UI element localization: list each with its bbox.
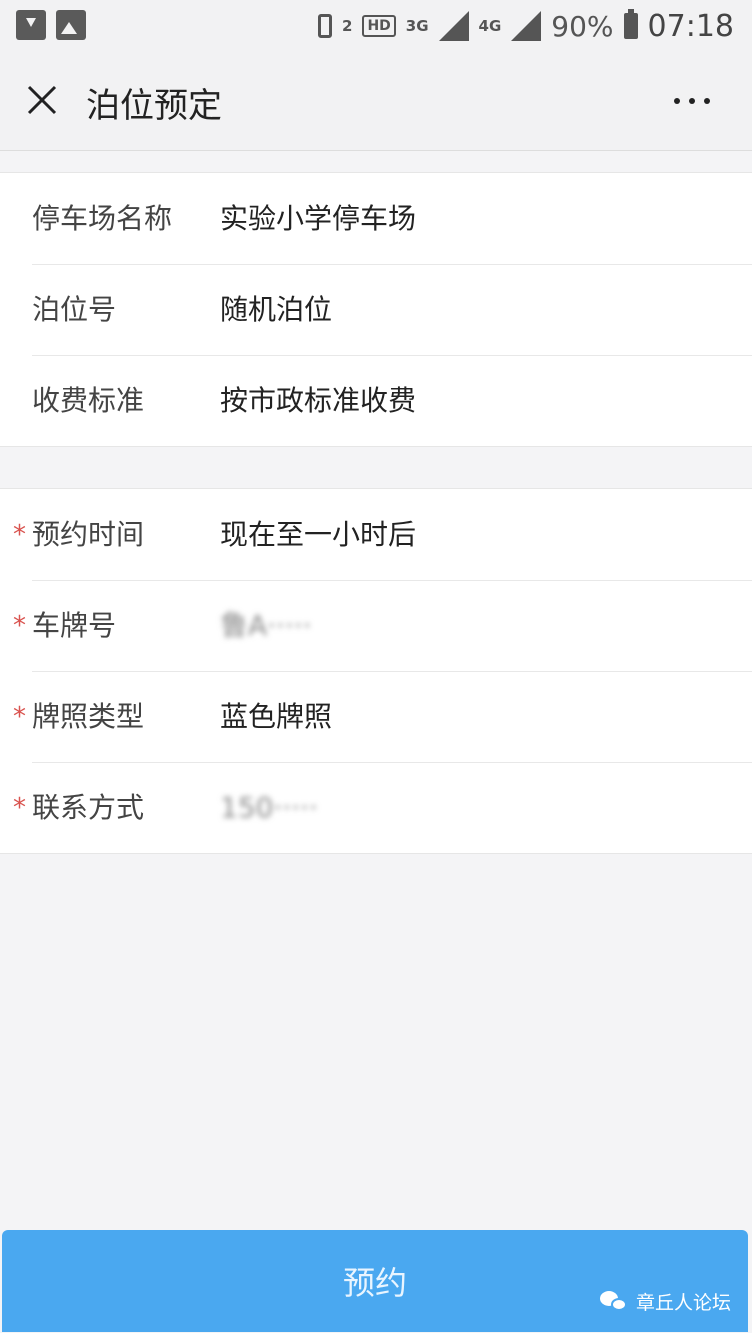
contact-field[interactable]: 150·····: [220, 762, 318, 853]
signal-3g-icon: [438, 11, 469, 41]
battery-percent: 90%: [551, 9, 614, 43]
page-title: 泊位预定: [86, 86, 222, 126]
battery-icon: [623, 9, 638, 39]
more-dot: [674, 98, 680, 104]
image-notification-icon: [56, 10, 86, 40]
vibrate-icon: [318, 14, 333, 38]
lot-name-value: 实验小学停车场: [220, 202, 417, 235]
nav-bar: 泊位预定: [0, 52, 752, 151]
hd-sub: 2: [342, 16, 353, 35]
info-row-fee-standard: 收费标准 按市政标准收费: [0, 355, 752, 446]
plate-type-label: 牌照类型: [32, 700, 145, 733]
more-dot: [689, 98, 695, 104]
lot-name-label: 停车场名称: [32, 202, 173, 235]
reserve-time-label: 预约时间: [32, 518, 145, 551]
fee-standard-label: 收费标准: [32, 384, 145, 417]
required-mark: *: [13, 702, 26, 732]
required-mark: *: [13, 611, 26, 641]
status-bar: 2 HD 3G 4G 90% 07:18: [0, 0, 752, 52]
wechat-icon: [600, 1290, 628, 1313]
plate-type-value[interactable]: 蓝色牌照: [220, 671, 332, 762]
watermark: 章丘人论坛: [600, 1288, 731, 1315]
net-4g-label: 4G: [478, 16, 502, 35]
form-row-reserve-time[interactable]: * 预约时间 现在至一小时后: [0, 489, 752, 580]
clock: 07:18: [647, 8, 734, 44]
form-row-plate-type[interactable]: * 牌照类型 蓝色牌照: [0, 671, 752, 762]
form-row-contact[interactable]: * 联系方式 150·····: [0, 762, 752, 853]
contact-label: 联系方式: [32, 791, 145, 824]
form-row-plate-number[interactable]: * 车牌号 鲁A·····: [0, 580, 752, 671]
close-icon[interactable]: [26, 84, 58, 116]
required-mark: *: [13, 520, 26, 550]
parking-info-card: 停车场名称 实验小学停车场 泊位号 随机泊位 收费标准 按市政标准收费: [0, 172, 752, 447]
hd-icon: HD: [362, 15, 396, 37]
info-row-lot-name: 停车场名称 实验小学停车场: [0, 173, 752, 264]
more-icon[interactable]: [674, 98, 710, 104]
status-left: [16, 10, 86, 40]
reserve-button[interactable]: 预约: [2, 1230, 748, 1332]
fee-standard-value: 按市政标准收费: [220, 384, 417, 417]
net-3g-label: 3G: [405, 16, 429, 35]
plate-number-label: 车牌号: [32, 609, 117, 642]
plate-number-field[interactable]: 鲁A·····: [220, 580, 312, 671]
status-right: 2 HD 3G 4G 90% 07:18: [318, 6, 734, 46]
info-row-berth-number: 泊位号 随机泊位: [0, 264, 752, 355]
more-dot: [704, 98, 710, 104]
reservation-form-card: * 预约时间 现在至一小时后 * 车牌号 鲁A····· * 牌照类型 蓝色牌照…: [0, 488, 752, 854]
watermark-text: 章丘人论坛: [636, 1292, 732, 1314]
download-notification-icon: [16, 10, 46, 40]
reserve-time-value[interactable]: 现在至一小时后: [220, 489, 416, 580]
berth-number-value: 随机泊位: [220, 293, 333, 326]
berth-number-label: 泊位号: [32, 293, 117, 326]
signal-4g-icon: [511, 11, 542, 41]
required-mark: *: [13, 793, 26, 823]
